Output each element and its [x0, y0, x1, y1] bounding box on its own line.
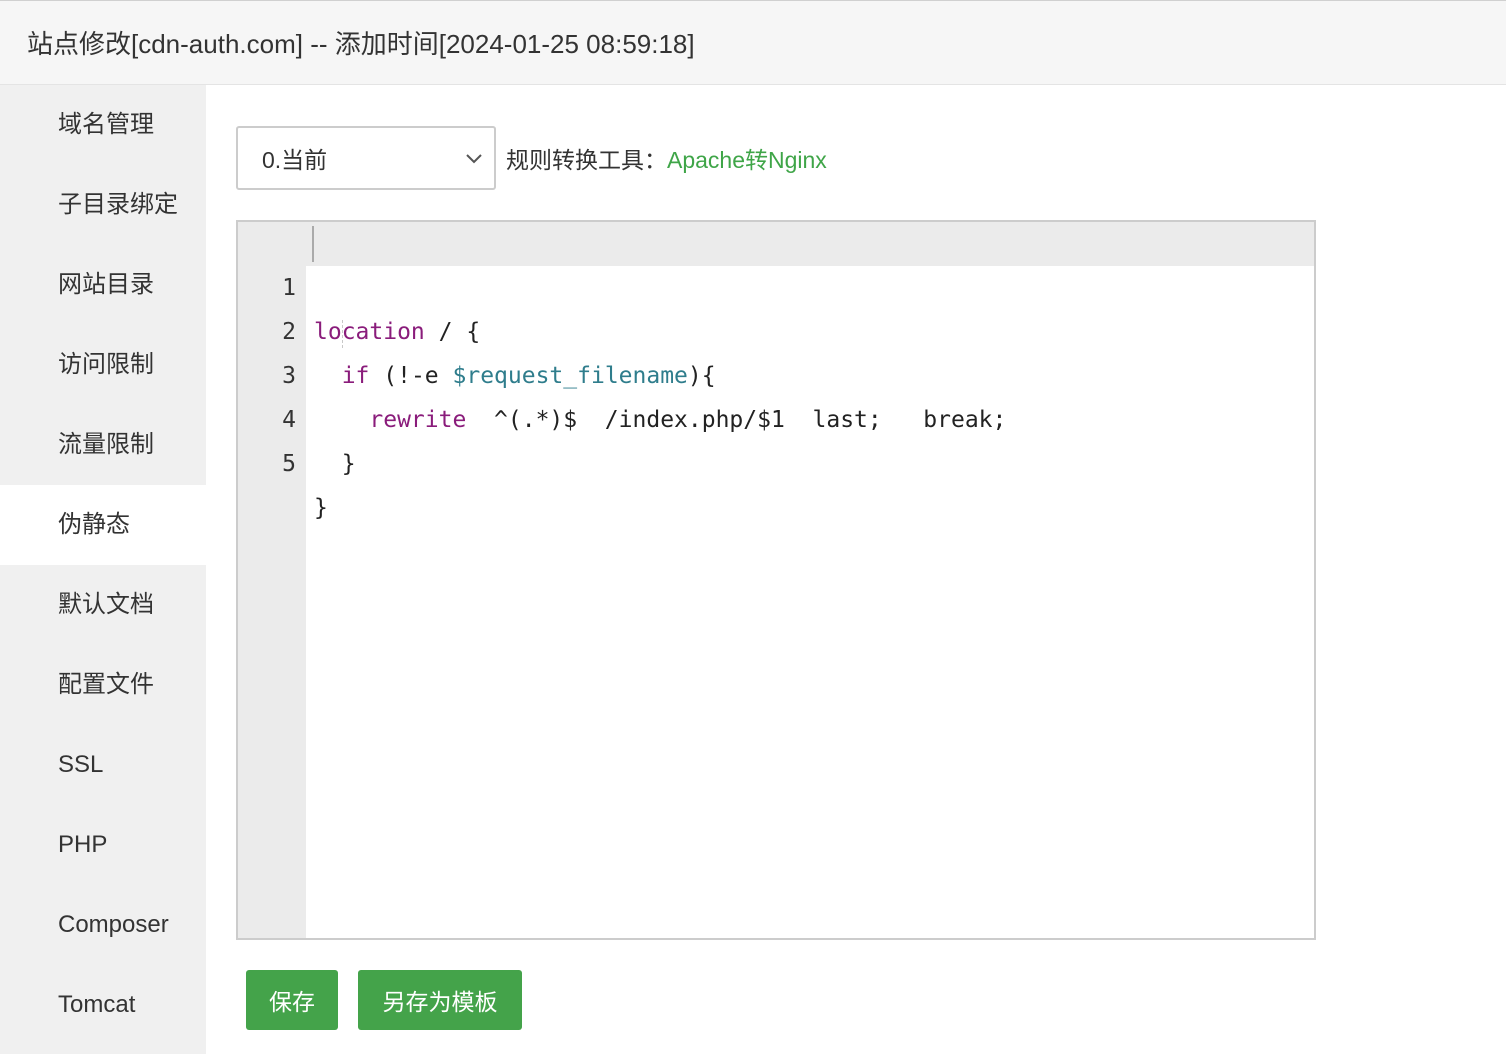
- site-edit-window: 站点修改[cdn-auth.com] -- 添加时间[2024-01-25 08…: [0, 0, 1506, 1054]
- code-line: 4 }: [238, 354, 1314, 477]
- rewrite-rule-select-value: 0.当前: [262, 147, 328, 173]
- sidebar-item-access-restriction[interactable]: 访问限制: [0, 325, 206, 405]
- code-editor[interactable]: 1 location / { 2 if (!-e $request_filena…: [236, 220, 1316, 940]
- text-cursor: [312, 226, 314, 262]
- settings-sidebar: 域名管理 子目录绑定 网站目录 访问限制 流量限制 伪静态 默认文档 配置文件 …: [0, 85, 206, 1054]
- sidebar-item-config-file[interactable]: 配置文件: [0, 645, 206, 725]
- window-title: 站点修改[cdn-auth.com] -- 添加时间[2024-01-25 08…: [27, 29, 695, 59]
- code-line: 1 location / {: [238, 222, 1314, 345]
- sidebar-item-rewrite[interactable]: 伪静态: [0, 485, 206, 565]
- indent-guide: [342, 320, 343, 348]
- code-text: }: [314, 486, 328, 530]
- code-line: 5 }: [238, 398, 1314, 521]
- code-plain: }: [314, 495, 328, 521]
- sidebar-item-ssl[interactable]: SSL: [0, 725, 206, 805]
- window-title-bar: 站点修改[cdn-auth.com] -- 添加时间[2024-01-25 08…: [0, 1, 1506, 85]
- sidebar-item-composer[interactable]: Composer: [0, 885, 206, 965]
- sidebar-item-site-directory[interactable]: 网站目录: [0, 245, 206, 325]
- rewrite-rule-select[interactable]: 0.当前: [236, 126, 496, 190]
- chevron-down-icon: [466, 154, 482, 164]
- sidebar-item-default-document[interactable]: 默认文档: [0, 565, 206, 645]
- code-line: 2 if (!-e $request_filename){: [238, 266, 1314, 389]
- save-as-template-button[interactable]: 另存为模板: [358, 970, 522, 1030]
- sidebar-item-php[interactable]: PHP: [0, 805, 206, 885]
- sidebar-item-tomcat[interactable]: Tomcat: [0, 965, 206, 1045]
- apache-to-nginx-link[interactable]: Apache转Nginx: [667, 141, 827, 175]
- save-button[interactable]: 保存: [246, 970, 338, 1030]
- converter-label: 规则转换工具：: [506, 147, 667, 173]
- sidebar-item-domain-management[interactable]: 域名管理: [0, 85, 206, 165]
- rewrite-panel: 0.当前 规则转换工具： Apache转Nginx 1 location / {…: [206, 85, 1506, 1054]
- rewrite-toolbar: 0.当前 规则转换工具： Apache转Nginx: [236, 126, 827, 190]
- line-number: 5: [282, 451, 296, 477]
- code-line: 3 rewrite ^(.*)$ /index.php/$1 last; bre…: [238, 310, 1314, 433]
- sidebar-item-subdirectory-binding[interactable]: 子目录绑定: [0, 165, 206, 245]
- sidebar-item-traffic-limit[interactable]: 流量限制: [0, 405, 206, 485]
